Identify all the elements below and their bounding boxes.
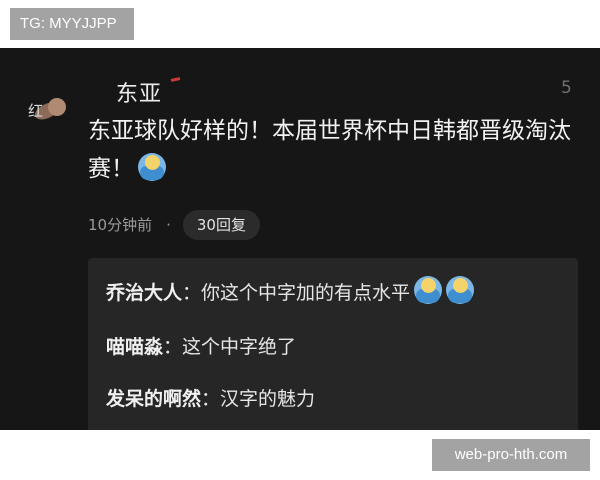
reply-author[interactable]: 发呆的啊然 [106,388,201,410]
replies-box: 乔治大人：你这个中字加的有点水平 喵喵淼：这个中字绝了 发呆的啊然：汉字的魅力 [88,258,578,430]
avatar-shape [48,98,66,116]
comment-body: 东亚球队好样的！本届世界杯中日韩都晋级淘汰赛！ [88,112,588,188]
meta-separator: · [166,216,171,234]
watermark-top: TG: MYYJJPP [10,8,134,40]
reply-author[interactable]: 乔治大人 [106,282,182,304]
comment-username[interactable]: 东亚 [116,76,162,108]
reply-item[interactable]: 乔治大人：你这个中字加的有点水平 [106,276,475,305]
reply-separator: ： [201,388,221,410]
reply-text: 这个中字绝了 [182,336,297,358]
reply-text: 汉字的魅力 [220,388,316,410]
user-avatar[interactable]: 红 [26,90,72,126]
comment-panel: 红 东亚 5 东亚球队好样的！本届世界杯中日韩都晋级淘汰赛！ 10分钟前 · 30回… [0,48,600,430]
watermark-bottom: web-pro-hth.com [432,439,590,471]
blanket-emoji-icon [138,153,166,181]
corner-number: 5 [561,78,572,98]
reply-separator: ： [182,282,202,304]
comment-time: 10分钟前 [88,216,153,234]
reply-item[interactable]: 发呆的啊然：汉字的魅力 [106,384,315,411]
comment-meta: 10分钟前 · 30回复 [88,210,260,240]
reply-separator: ： [163,336,183,358]
blanket-emoji-icon [414,276,443,304]
reply-text: 你这个中字加的有点水平 [201,282,411,304]
reply-author[interactable]: 喵喵淼 [106,336,163,358]
blanket-emoji-icon [446,276,475,304]
user-badge-icon [170,77,181,82]
reply-item[interactable]: 喵喵淼：这个中字绝了 [106,332,296,359]
reply-count-button[interactable]: 30回复 [182,210,260,240]
avatar-text: 红 [28,102,44,120]
